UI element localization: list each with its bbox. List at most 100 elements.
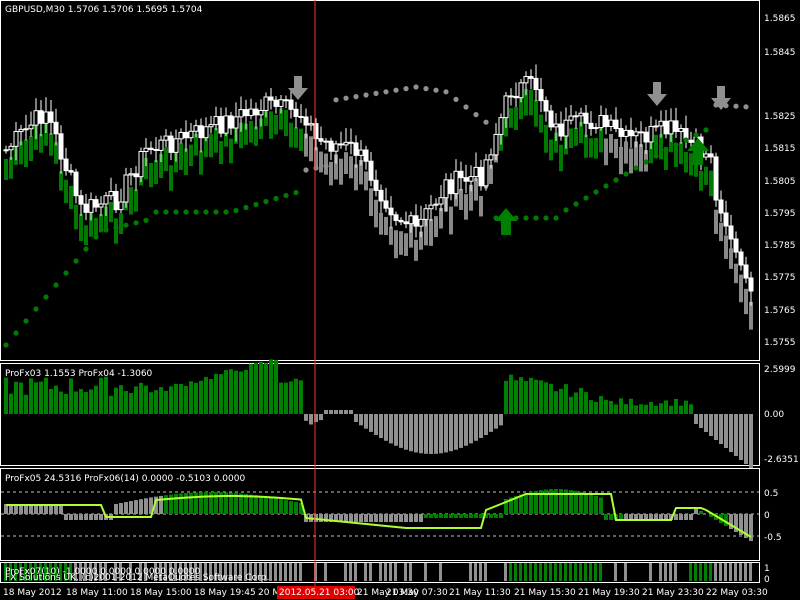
histogram-bar: [79, 514, 83, 520]
main-y-axis: 1.5865 1.5845 1.5825 1.5815 1.5805 1.579…: [764, 14, 796, 348]
signal-bar: [384, 563, 387, 581]
chart-canvas[interactable]: GBPUSD,M30 1.5706 1.5706 1.5695 1.5704 P…: [0, 0, 800, 600]
trail-dot: [343, 95, 349, 101]
ribbon-bar: [429, 218, 433, 246]
x-axis: 18 May 2012 18 May 11:00 18 May 15:00 18…: [3, 586, 768, 599]
histogram-bar: [399, 414, 403, 448]
histogram-bar: [74, 391, 78, 414]
trail-dot: [733, 103, 739, 109]
trail-dot: [383, 89, 389, 95]
trail-dot: [253, 201, 259, 208]
histogram-bar: [319, 514, 323, 522]
y-tick: 0: [764, 511, 770, 521]
candle-body: [138, 150, 144, 178]
ribbon-bar: [194, 134, 198, 156]
histogram-bar: [639, 404, 643, 414]
histogram-bar: [274, 498, 278, 514]
ribbon-bar: [614, 138, 618, 159]
candle-body: [713, 156, 719, 201]
sell-arrow-icon: [647, 82, 667, 106]
ribbon-bar: [459, 188, 463, 210]
y-tick: 1.5805: [764, 177, 796, 187]
histogram-bar: [194, 382, 198, 414]
histogram-bar: [289, 381, 293, 414]
histogram-bar: [164, 495, 168, 514]
candle-body: [358, 149, 364, 156]
signal-bar: [574, 563, 577, 581]
candle-body: [658, 120, 664, 127]
y-tick: 2.5999: [764, 365, 796, 375]
candle-body: [288, 99, 294, 110]
candle-body: [303, 116, 309, 126]
main-price-panel[interactable]: [0, 0, 760, 361]
histogram-bar: [434, 514, 438, 518]
candle-body: [468, 176, 474, 182]
candle-body: [573, 115, 579, 118]
signal-bar: [364, 563, 367, 581]
ribbon-bar: [399, 231, 403, 255]
histogram-bar: [689, 404, 693, 414]
trail-dot: [703, 127, 709, 133]
ribbon-bar: [229, 138, 233, 164]
ribbon-bar: [689, 153, 693, 176]
histogram-bar: [629, 398, 633, 414]
ribbon-bar: [394, 230, 398, 259]
candle-body: [398, 219, 404, 223]
trail-dot: [593, 189, 599, 195]
signal-bar: [624, 563, 627, 581]
signal-bar: [719, 563, 722, 581]
histogram-bar: [584, 392, 588, 414]
candle-body: [363, 149, 369, 162]
histogram-bar: [199, 380, 203, 414]
signal-bar: [474, 563, 477, 581]
trail-dot: [363, 92, 369, 98]
sub1-y-axis: 2.5999 0.00 -2.6351: [764, 365, 799, 465]
signal-bar: [469, 563, 472, 581]
signal-bar: [424, 563, 427, 581]
candle-body: [718, 199, 724, 214]
histogram-bar: [179, 493, 183, 514]
signal-bar: [389, 563, 392, 581]
x-label: 21 May 15:30: [514, 588, 576, 598]
signal-bar: [549, 563, 552, 581]
histogram-bar: [659, 403, 663, 414]
signal-bar: [614, 563, 617, 581]
histogram-bar: [219, 374, 223, 414]
candle-body: [593, 127, 599, 130]
histogram-bar: [594, 495, 598, 514]
histogram-bar: [549, 383, 553, 414]
ribbon-bar: [719, 222, 723, 242]
histogram-bar: [39, 381, 43, 414]
ribbon-bar: [549, 139, 553, 161]
candle-body: [578, 112, 584, 117]
candle-body: [3, 149, 9, 152]
ribbon-bar: [744, 288, 748, 315]
trail-dot: [333, 97, 339, 103]
x-label: 22 May 03:30: [706, 588, 768, 598]
trail-dot: [353, 94, 359, 100]
candle-body: [748, 277, 754, 292]
candle-body: [133, 173, 139, 178]
candle-body: [113, 191, 119, 211]
histogram-bar: [439, 514, 443, 518]
trail-dot: [193, 209, 199, 215]
ribbon-bar: [624, 141, 628, 164]
histogram-bar: [274, 360, 278, 414]
candle-body: [453, 170, 459, 195]
histogram-bar: [749, 414, 753, 468]
candle-body: [163, 135, 169, 141]
candle-body: [738, 251, 744, 266]
histogram-bar: [674, 398, 678, 414]
histogram-bar: [669, 405, 673, 414]
histogram-bar: [214, 373, 218, 414]
signal-bar: [749, 563, 752, 581]
histogram-bar: [649, 401, 653, 414]
candle-body: [218, 116, 224, 134]
trail-dot: [523, 215, 529, 221]
histogram-bar: [389, 514, 393, 522]
sub1-header: ProFx03 1.1553 ProFx04 -1.3060: [5, 369, 153, 379]
ribbon-bar: [364, 171, 368, 191]
histogram-bar: [509, 374, 513, 414]
histogram-bar: [354, 514, 358, 522]
histogram-bar: [424, 414, 428, 454]
